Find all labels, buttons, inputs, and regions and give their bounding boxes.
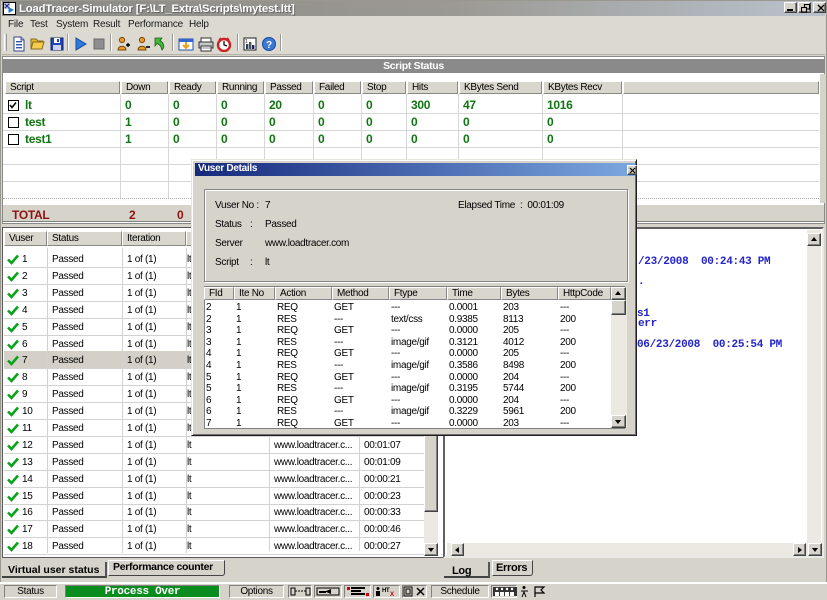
svg-text:HT: HT [382,588,390,594]
svg-text:?: ? [266,40,272,51]
svg-text:X: X [390,592,394,597]
